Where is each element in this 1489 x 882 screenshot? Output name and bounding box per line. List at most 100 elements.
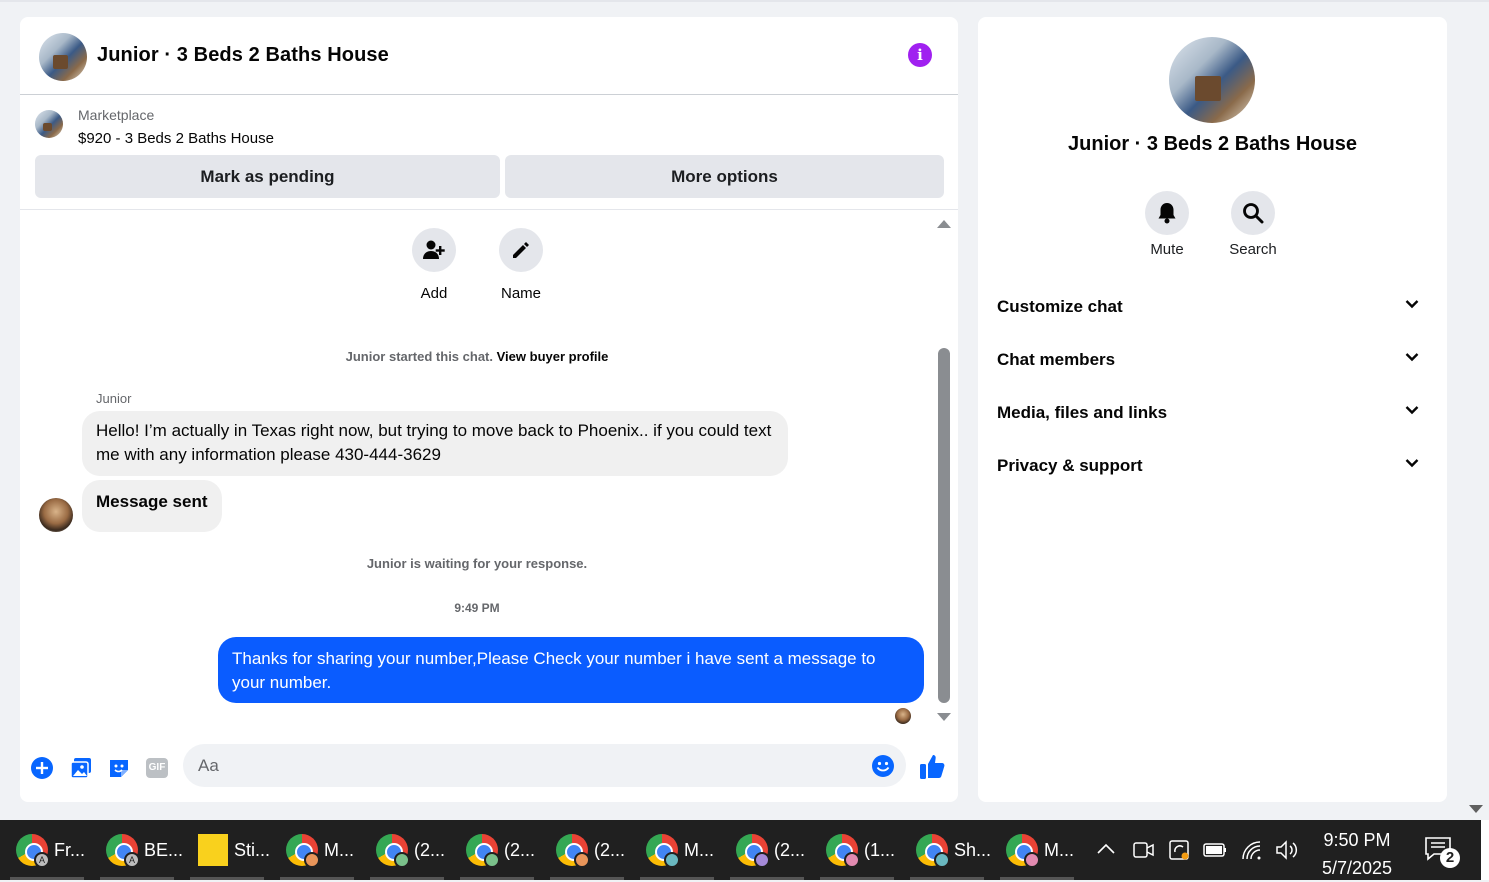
volume-icon[interactable] <box>1275 840 1299 860</box>
clock-time: 9:50 PM <box>1323 830 1391 850</box>
profile-badge <box>484 852 500 868</box>
info-icon[interactable]: i <box>908 43 932 67</box>
page-scroll-down-arrow[interactable] <box>1469 805 1483 813</box>
wifi-icon[interactable] <box>1241 840 1263 860</box>
incoming-message-bubble[interactable]: Hello! I’m actually in Texas right now, … <box>82 411 788 476</box>
section-chat-members[interactable]: Chat members <box>997 340 1429 380</box>
message-input-placeholder: Aa <box>198 756 219 775</box>
name-chat-action[interactable]: Name <box>491 228 551 302</box>
waiting-notice: Junior is waiting for your response. <box>366 556 588 571</box>
profile-badge <box>394 852 410 868</box>
taskbar-app-label: M... <box>684 840 714 860</box>
section-privacy-support[interactable]: Privacy & support <box>997 446 1429 486</box>
taskbar-app[interactable]: (2... <box>544 820 630 880</box>
taskbar-app[interactable]: A Fr... <box>4 820 90 880</box>
taskbar-app-label: BE... <box>144 840 184 860</box>
battery-icon[interactable] <box>1203 842 1227 858</box>
bell-icon[interactable] <box>1145 191 1189 235</box>
listing-avatar[interactable] <box>39 33 87 81</box>
scrollbar-thumb[interactable] <box>938 348 950 703</box>
sticky-notes-icon <box>198 834 228 866</box>
taskbar-app[interactable]: Sh... <box>904 820 992 880</box>
search-label: Search <box>1229 241 1277 258</box>
profile-badge <box>574 852 590 868</box>
chat-title[interactable]: Junior · 3 Beds 2 Baths House <box>97 44 389 67</box>
taskbar-app[interactable]: (2... <box>454 820 540 880</box>
taskbar-app[interactable]: (1... <box>814 820 900 880</box>
marketplace-listing-bar: Marketplace $920 - 3 Beds 2 Baths House … <box>20 95 958 210</box>
taskbar-app-label: (2... <box>504 840 536 860</box>
profile-badge <box>304 852 320 868</box>
add-people-action[interactable]: Add <box>404 228 464 302</box>
message-sent-bubble[interactable]: Message sent <box>82 480 222 532</box>
search-action[interactable]: Search <box>1218 191 1288 258</box>
taskbar-app[interactable]: (2... <box>724 820 810 880</box>
pencil-icon[interactable] <box>499 228 543 272</box>
taskbar-app-label: Sti... <box>234 840 271 860</box>
profile-badge <box>934 852 950 868</box>
outgoing-message-bubble[interactable]: Thanks for sharing your number,Please Ch… <box>218 637 924 703</box>
notification-center[interactable]: 2 <box>1424 836 1460 868</box>
message-input[interactable]: Aa <box>183 744 906 787</box>
add-person-icon[interactable] <box>412 228 456 272</box>
profile-badge <box>844 852 860 868</box>
photo-icon[interactable] <box>69 756 93 780</box>
sticker-icon[interactable] <box>107 756 131 780</box>
chat-started-notice: Junior started this chat. View buyer pro… <box>20 349 934 364</box>
gif-label: GIF <box>146 758 168 778</box>
chevron-down-icon <box>1405 459 1419 468</box>
section-media-files-links[interactable]: Media, files and links <box>997 393 1429 433</box>
profile-badge: A <box>34 852 50 868</box>
profile-badge: A <box>124 852 140 868</box>
mark-as-pending-button[interactable]: Mark as pending <box>35 155 500 198</box>
taskbar-app-label: (1... <box>864 840 896 860</box>
meet-now-icon[interactable] <box>1133 840 1155 860</box>
message-composer: GIF Aa <box>20 737 958 802</box>
listing-title[interactable]: $920 - 3 Beds 2 Baths House <box>78 130 274 147</box>
seen-avatar <box>895 708 911 724</box>
search-icon[interactable] <box>1231 191 1275 235</box>
add-label: Add <box>420 285 448 302</box>
plus-icon[interactable] <box>30 756 54 780</box>
chevron-down-icon <box>1405 406 1419 415</box>
taskbar-app-label: Sh... <box>954 840 992 860</box>
taskbar-app[interactable]: M... <box>634 820 720 880</box>
section-title: Media, files and links <box>997 403 1168 422</box>
profile-badge <box>664 852 680 868</box>
mute-label: Mute <box>1150 241 1184 258</box>
chat-panel: Junior · 3 Beds 2 Baths House i Marketpl… <box>20 17 958 802</box>
taskbar-app[interactable]: (2... <box>364 820 450 880</box>
scroll-down-arrow[interactable] <box>937 713 951 721</box>
clock-date: 5/7/2025 <box>1321 858 1393 878</box>
system-clock[interactable]: 9:50 PM 5/7/2025 <box>1310 826 1404 882</box>
taskbar-app-label: (2... <box>774 840 806 860</box>
profile-badge <box>1024 852 1040 868</box>
taskbar-app[interactable]: M... <box>994 820 1080 880</box>
chevron-down-icon <box>1405 353 1419 362</box>
mute-action[interactable]: Mute <box>1132 191 1202 258</box>
section-title: Customize chat <box>997 297 1123 316</box>
marketplace-label: Marketplace <box>78 107 155 123</box>
more-options-button[interactable]: More options <box>505 155 944 198</box>
details-title: Junior · 3 Beds 2 Baths House <box>1068 133 1357 155</box>
show-desktop-strip[interactable] <box>1481 820 1489 880</box>
section-customize-chat[interactable]: Customize chat <box>997 287 1429 327</box>
taskbar-app[interactable]: Sti... <box>184 820 270 880</box>
taskbar-app[interactable]: M... <box>274 820 360 880</box>
thumbs-up-icon[interactable] <box>918 753 946 781</box>
message-area: Add Name Junior started this chat. View … <box>20 212 958 737</box>
sync-icon[interactable] <box>1168 839 1190 861</box>
taskbar-app-label: (2... <box>594 840 626 860</box>
taskbar-app[interactable]: A BE... <box>94 820 184 880</box>
view-buyer-profile-link[interactable]: View buyer profile <box>497 349 609 364</box>
taskbar-app-label: Fr... <box>54 840 85 860</box>
gif-icon[interactable]: GIF <box>145 756 169 780</box>
listing-profile-picture[interactable] <box>1169 37 1255 123</box>
scroll-up-arrow[interactable] <box>937 220 951 228</box>
chevron-up-icon[interactable] <box>1096 842 1116 856</box>
sender-avatar[interactable] <box>39 498 73 532</box>
profile-badge <box>754 852 770 868</box>
listing-thumbnail[interactable] <box>35 110 63 138</box>
section-title: Chat members <box>997 350 1116 369</box>
emoji-icon[interactable] <box>871 754 895 778</box>
